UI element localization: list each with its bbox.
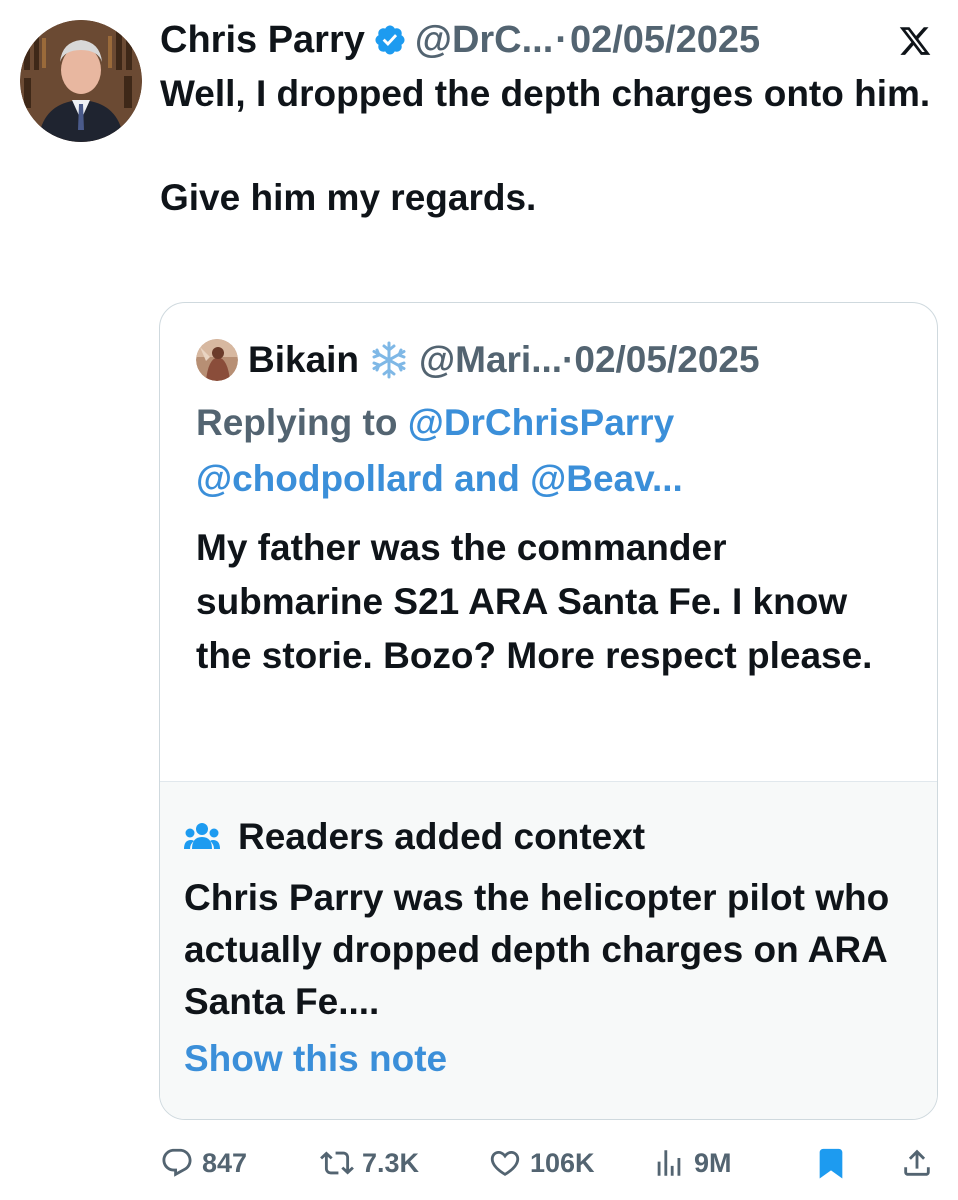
reply-button[interactable]: 847 xyxy=(160,1138,247,1188)
retweet-icon xyxy=(320,1151,354,1175)
note-heading: Readers added context xyxy=(238,816,646,857)
quoted-handle[interactable]: @Mari... xyxy=(419,339,562,381)
reply-icon xyxy=(162,1148,192,1177)
like-count: 106K xyxy=(530,1147,595,1178)
retweet-count: 7.3K xyxy=(362,1147,420,1178)
snowflake-icon xyxy=(372,341,406,379)
views-button[interactable]: 9M xyxy=(652,1138,732,1188)
reply-count: 847 xyxy=(202,1147,248,1178)
author-name[interactable]: Chris Parry xyxy=(160,14,365,66)
quoted-avatar-image xyxy=(196,339,238,381)
author-handle[interactable]: @DrC... xyxy=(415,14,553,66)
quoted-tweet[interactable]: Bikain @Mari... · 02/05/2025 Replying to… xyxy=(159,302,938,1120)
retweet-button[interactable]: 7.3K xyxy=(320,1138,419,1188)
author-photo xyxy=(20,20,142,142)
note-heading-row: Readers added context xyxy=(184,812,645,862)
tweet-date[interactable]: 02/05/2025 xyxy=(570,14,760,66)
mention-link-2[interactable]: @chodpollard xyxy=(196,458,444,499)
people-icon xyxy=(184,823,220,849)
quoted-author-name[interactable]: Bikain xyxy=(248,339,359,381)
share-icon xyxy=(904,1149,930,1176)
header-separator: · xyxy=(555,19,568,61)
show-note-link[interactable]: Show this note xyxy=(184,1038,447,1080)
views-icon xyxy=(657,1150,681,1176)
views-count: 9M xyxy=(694,1147,732,1178)
mention-and: and xyxy=(454,458,520,499)
community-note: Readers added context Chris Parry was th… xyxy=(160,781,937,1119)
quoted-header: Bikain @Mari... · 02/05/2025 xyxy=(196,333,917,387)
note-body: Chris Parry was the helicopter pilot who… xyxy=(184,877,890,1022)
quoted-avatar[interactable] xyxy=(196,339,238,381)
mention-link-1[interactable]: @DrChrisParry xyxy=(408,402,674,443)
mention-link-3[interactable]: @Beav... xyxy=(530,458,683,499)
quoted-text: My father was the commander submarine S2… xyxy=(196,527,873,676)
verified-badge-icon xyxy=(375,25,405,55)
tweet-card: Chris Parry @DrC... · 02/05/2025 Well, I… xyxy=(0,0,958,1200)
quoted-date[interactable]: 02/05/2025 xyxy=(574,339,759,381)
quoted-separator: · xyxy=(562,339,575,380)
bookmark-icon xyxy=(819,1148,843,1179)
share-button[interactable] xyxy=(900,1138,942,1188)
action-bar: 847 7.3K 106K 9M xyxy=(160,1138,940,1188)
bookmark-button[interactable] xyxy=(814,1138,856,1188)
replying-to: Replying to @DrChrisParry @chodpollard a… xyxy=(196,395,916,507)
like-button[interactable]: 106K xyxy=(488,1138,595,1188)
tweet-text: Well, I dropped the depth charges onto h… xyxy=(160,73,931,218)
author-avatar[interactable] xyxy=(20,20,142,142)
tweet-header: Chris Parry @DrC... · 02/05/2025 xyxy=(160,14,934,66)
replying-prefix: Replying to xyxy=(196,402,398,443)
like-icon xyxy=(490,1150,520,1176)
x-logo-icon xyxy=(899,27,931,55)
